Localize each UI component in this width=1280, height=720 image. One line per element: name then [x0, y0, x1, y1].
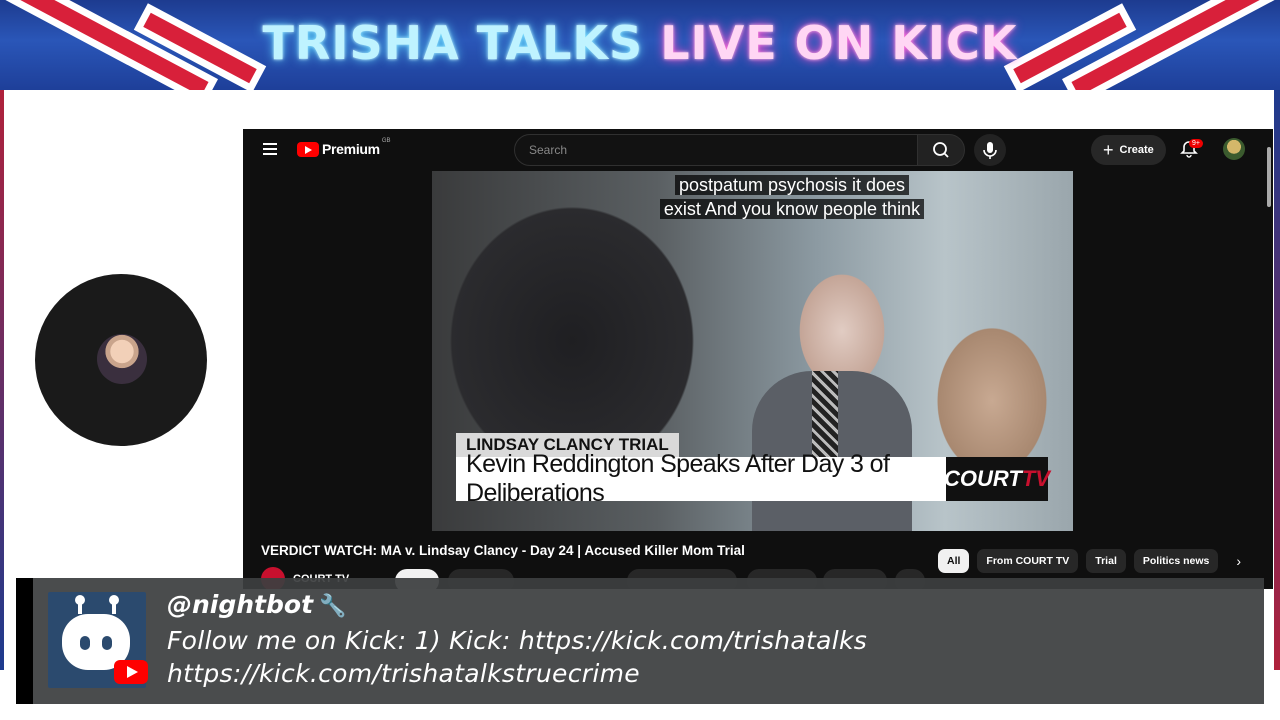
youtube-region: GB — [381, 138, 391, 144]
banner-title-part1: TRISHA TALKS — [262, 16, 644, 70]
nightbot-eye — [102, 636, 112, 650]
alert-message-line-1: Follow me on Kick: 1) Kick: https://kick… — [167, 626, 868, 655]
create-label: Create — [1119, 144, 1154, 156]
frame-border-right — [1274, 90, 1280, 670]
search-input[interactable] — [515, 135, 913, 165]
caption-line-2: exist And you know people think — [659, 199, 925, 219]
related-chips: All From COURT TV Trial Politics news › — [938, 549, 1241, 573]
search-button[interactable] — [917, 134, 965, 166]
chip-politics-news[interactable]: Politics news — [1133, 549, 1219, 573]
banner-title: TRISHA TALKS LIVE ON KICK — [0, 16, 1280, 70]
nightbot-antenna — [75, 595, 85, 614]
video-captions: postpatum psychosis it does exist And yo… — [632, 173, 952, 221]
court-tv-logo: COURT TV — [944, 457, 1050, 501]
chip-all[interactable]: All — [938, 549, 970, 573]
youtube-play-icon — [297, 141, 319, 157]
search-icon — [933, 142, 949, 158]
caption-line-1: postpatum psychosis it does — [674, 175, 910, 195]
mic-icon — [983, 142, 997, 159]
banner-title-part2: LIVE ON KICK — [660, 16, 1018, 70]
wrench-icon: 🔧 — [319, 594, 347, 619]
frame-border-left — [0, 90, 4, 670]
nightbot-icon — [48, 592, 148, 688]
scrollbar-thumb[interactable] — [1267, 147, 1271, 207]
youtube-logo[interactable]: Premium GB — [297, 138, 391, 157]
streamer-avatar — [97, 334, 147, 384]
notification-badge: 9+ — [1189, 139, 1203, 148]
youtube-window: Premium GB + Create 9+ postpatum psychos… — [243, 129, 1273, 589]
stream-banner: TRISHA TALKS LIVE ON KICK — [0, 0, 1280, 90]
lower-third-headline: Kevin Reddington Speaks After Day 3 of D… — [456, 450, 946, 507]
hamburger-icon[interactable] — [263, 143, 277, 155]
create-button[interactable]: + Create — [1091, 135, 1166, 165]
nightbot-eye — [80, 636, 90, 650]
scrollbar[interactable] — [1265, 139, 1273, 589]
chip-from-channel[interactable]: From COURT TV — [977, 549, 1079, 573]
webcam-circle — [35, 274, 207, 446]
court-tv-logo-a: COURT — [944, 466, 1022, 491]
alert-edge — [16, 578, 33, 704]
voice-search-button[interactable] — [974, 134, 1006, 166]
nightbot-alert: @nightbot 🔧 Follow me on Kick: 1) Kick: h… — [16, 578, 1264, 704]
youtube-logo-text: Premium — [322, 141, 380, 157]
youtube-badge-icon — [114, 660, 148, 684]
nightbot-antenna — [109, 595, 119, 614]
account-avatar[interactable] — [1223, 138, 1245, 160]
search-box — [514, 134, 920, 166]
alert-username-text: @nightbot — [167, 590, 314, 619]
court-tv-logo-b: TV — [1021, 466, 1050, 491]
youtube-topbar: Premium GB + Create 9+ — [243, 129, 1273, 171]
chevron-right-icon[interactable]: › — [1236, 553, 1241, 569]
chip-trial[interactable]: Trial — [1086, 549, 1126, 573]
alert-message-line-2: https://kick.com/trishatalkstruecrime — [167, 659, 640, 688]
plus-icon: + — [1103, 140, 1114, 160]
video-subject-tie — [812, 371, 838, 461]
video-title: VERDICT WATCH: MA v. Lindsay Clancy - Da… — [261, 543, 745, 558]
alert-username: @nightbot 🔧 — [167, 590, 346, 619]
alert-message: Follow me on Kick: 1) Kick: https://kick… — [167, 624, 1247, 690]
video-player[interactable]: postpatum psychosis it does exist And yo… — [432, 171, 1073, 531]
